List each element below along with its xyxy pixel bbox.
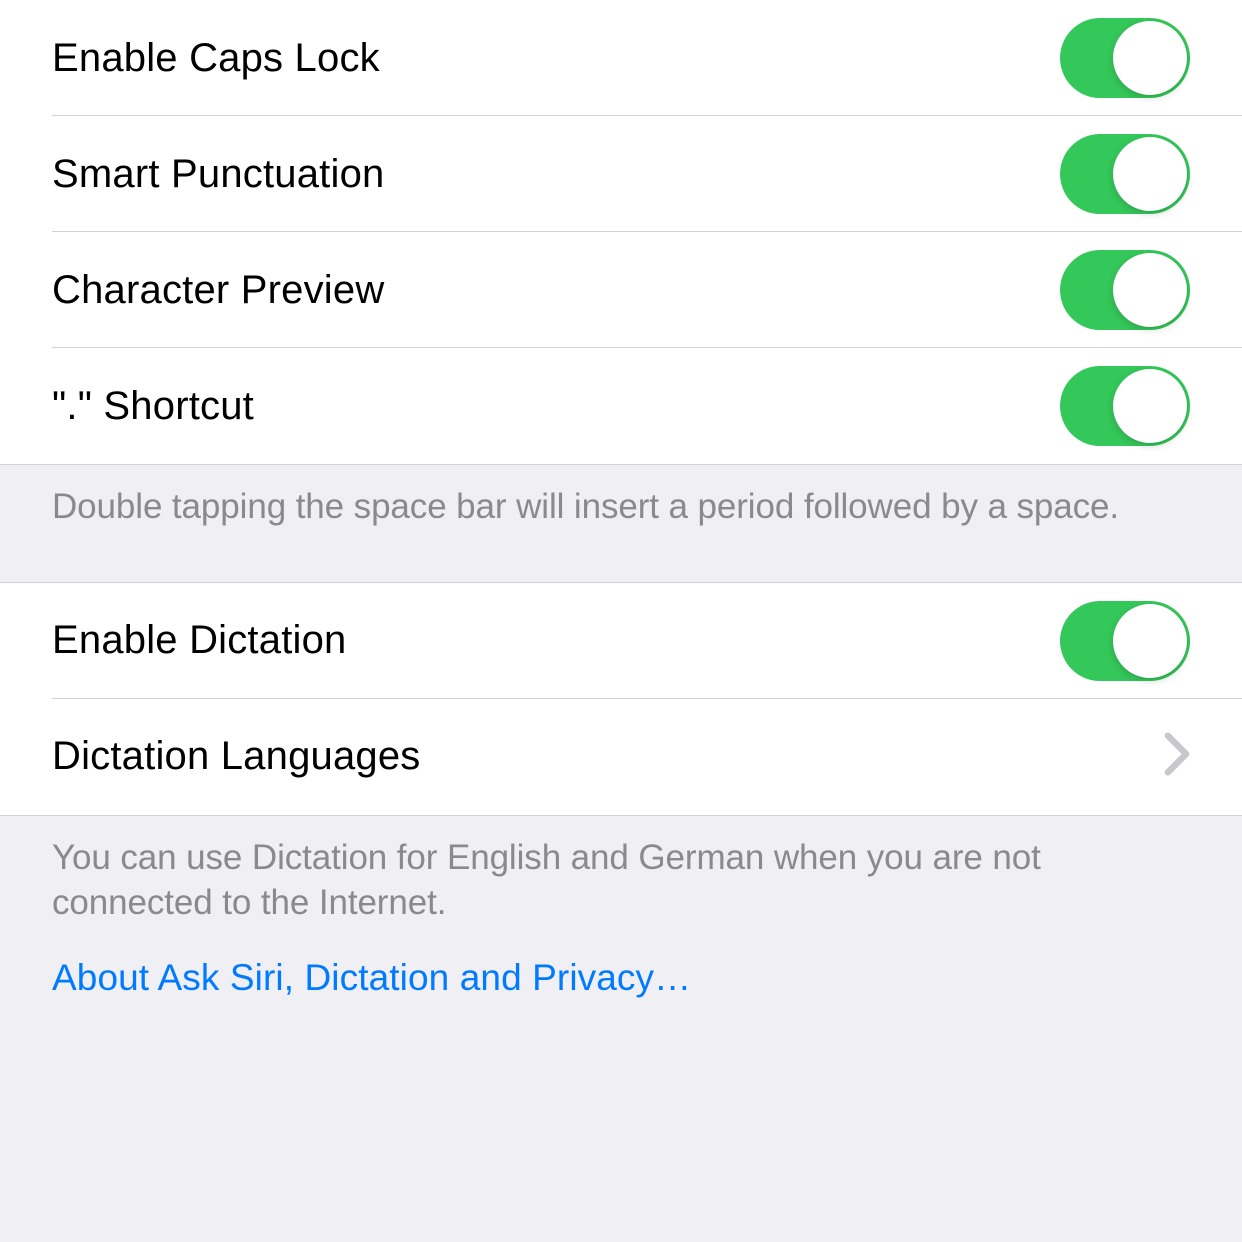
character-preview-label: Character Preview <box>52 268 384 313</box>
enable-caps-lock-label: Enable Caps Lock <box>52 36 380 81</box>
enable-dictation-label: Enable Dictation <box>52 618 347 663</box>
dictation-footer-text: You can use Dictation for English and Ge… <box>0 816 1242 926</box>
enable-dictation-row: Enable Dictation <box>0 583 1242 699</box>
period-shortcut-footer-text: Double tapping the space bar will insert… <box>0 465 1242 530</box>
period-shortcut-label: "." Shortcut <box>52 384 254 429</box>
smart-punctuation-row: Smart Punctuation <box>0 116 1242 232</box>
dictation-languages-row[interactable]: Dictation Languages <box>0 699 1242 815</box>
enable-caps-lock-row: Enable Caps Lock <box>0 0 1242 116</box>
enable-caps-lock-toggle[interactable] <box>1060 18 1190 98</box>
dictation-languages-label: Dictation Languages <box>52 734 421 779</box>
smart-punctuation-toggle[interactable] <box>1060 134 1190 214</box>
period-shortcut-row: "." Shortcut <box>0 348 1242 464</box>
keyboard-settings-section: Enable Caps Lock Smart Punctuation Chara… <box>0 0 1242 465</box>
dictation-settings-section: Enable Dictation Dictation Languages <box>0 582 1242 816</box>
keyboard-section-footer: Double tapping the space bar will insert… <box>0 465 1242 582</box>
dictation-section-footer: You can use Dictation for English and Ge… <box>0 816 1242 1052</box>
smart-punctuation-label: Smart Punctuation <box>52 152 384 197</box>
chevron-right-icon <box>1164 732 1190 781</box>
enable-dictation-toggle[interactable] <box>1060 601 1190 681</box>
about-siri-dictation-privacy-link[interactable]: About Ask Siri, Dictation and Privacy… <box>0 925 1242 999</box>
period-shortcut-toggle[interactable] <box>1060 366 1190 446</box>
character-preview-toggle[interactable] <box>1060 250 1190 330</box>
character-preview-row: Character Preview <box>0 232 1242 348</box>
